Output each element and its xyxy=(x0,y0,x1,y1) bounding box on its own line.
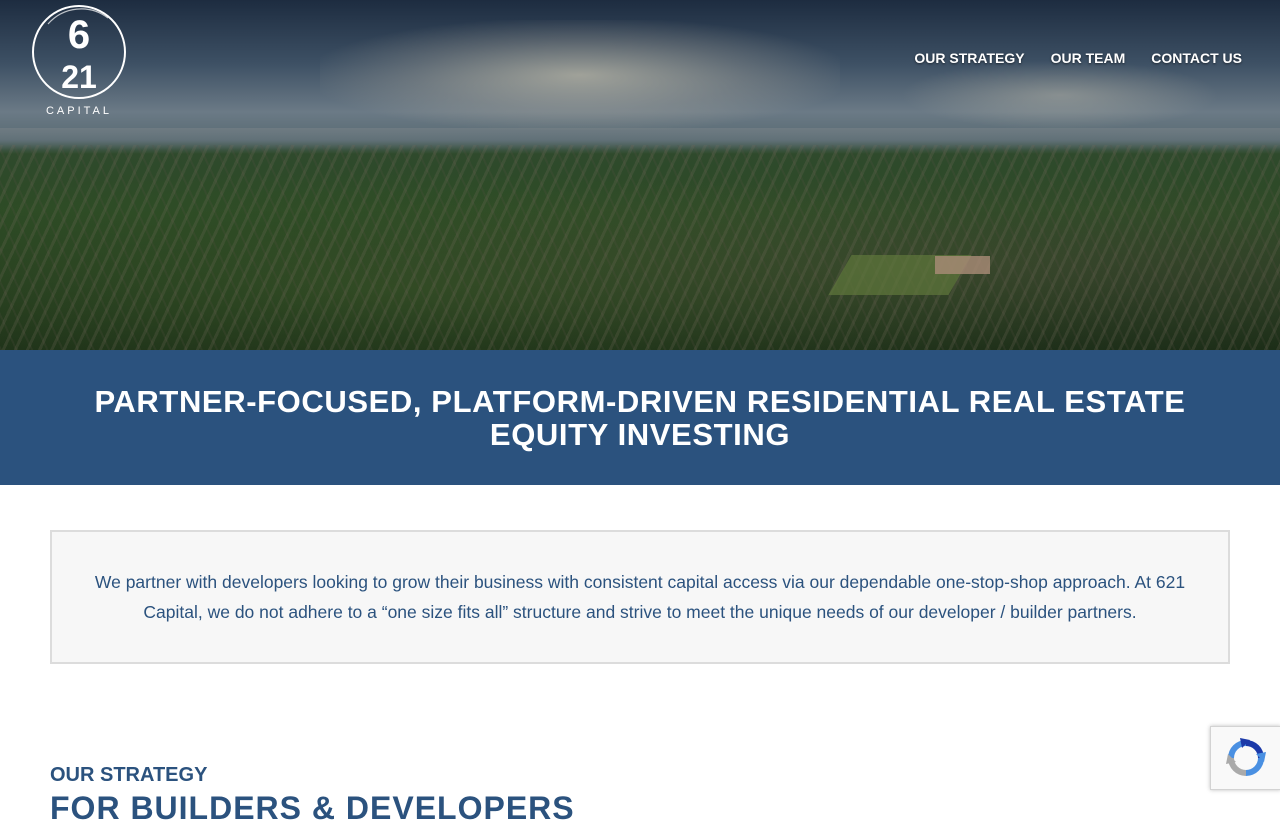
strategy-heading: FOR BUILDERS & DEVELOPERS xyxy=(50,790,575,826)
headline-banner: PARTNER-FOCUSED, PLATFORM-DRIVEN RESIDEN… xyxy=(0,350,1280,485)
strategy-label: OUR STRATEGY xyxy=(50,764,208,786)
logo-number-bottom: 21 xyxy=(61,59,97,95)
logo-caption: CAPITAL xyxy=(45,105,113,117)
hero-aerial-neighborhood xyxy=(0,145,1280,350)
hero-building xyxy=(935,256,990,274)
main-nav: OUR STRATEGY OUR TEAM CONTACT US xyxy=(914,50,1242,66)
recaptcha-badge[interactable] xyxy=(1210,726,1280,790)
hero-cloud xyxy=(320,20,840,130)
logo-circle-icon: 6 21 xyxy=(32,5,126,99)
nav-link-our-strategy[interactable]: OUR STRATEGY xyxy=(914,50,1024,66)
intro-text: We partner with developers looking to gr… xyxy=(94,572,1186,622)
hero-cloud xyxy=(900,60,1220,130)
hero-banner: 6 21 CAPITAL OUR STRATEGY OUR TEAM CONTA… xyxy=(0,0,1280,350)
logo-number-top: 6 xyxy=(68,13,90,57)
recaptcha-icon xyxy=(1226,738,1266,776)
site-logo[interactable]: 6 21 CAPITAL xyxy=(28,4,130,118)
nav-link-contact-us[interactable]: CONTACT US xyxy=(1151,50,1242,66)
page-headline: PARTNER-FOCUSED, PLATFORM-DRIVEN RESIDEN… xyxy=(94,383,1186,452)
nav-link-our-team[interactable]: OUR TEAM xyxy=(1051,50,1126,66)
intro-box: We partner with developers looking to gr… xyxy=(50,530,1230,664)
